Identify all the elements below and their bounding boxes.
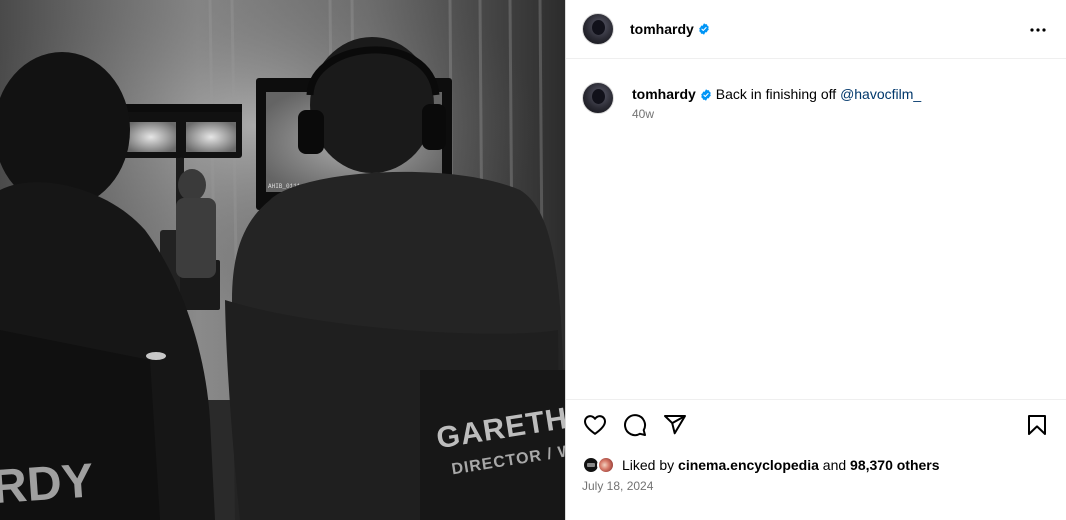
caption: tomhardy Back in finishing off @havocfil… (582, 82, 1052, 121)
save-button[interactable] (1024, 412, 1050, 438)
caption-body: tomhardy Back in finishing off @havocfil… (632, 82, 921, 121)
more-horizontal-icon (1030, 28, 1046, 32)
more-options-button[interactable] (1022, 14, 1054, 46)
post-side-panel: tomhardy tomhardy Back in finishing off … (565, 0, 1066, 520)
post-photo-scene: AHIB_0111 GARETH DIRECTOR / WR RDY (0, 0, 565, 520)
share-button[interactable] (662, 412, 688, 438)
caption-avatar[interactable] (582, 82, 614, 114)
likes-others-link[interactable]: 98,370 others (850, 457, 940, 473)
caption-line: tomhardy Back in finishing off @havocfil… (632, 84, 921, 104)
author-avatar[interactable] (582, 13, 614, 45)
chair-back-right: GARETH EV DIRECTOR / WR (420, 370, 565, 520)
heart-icon (584, 415, 606, 435)
liker-avatar[interactable] (597, 456, 615, 474)
post-header: tomhardy (566, 0, 1066, 59)
likes-summary: Liked by cinema.encyclopedia and 98,370 … (582, 454, 940, 476)
caption-text: Back in finishing off (715, 86, 837, 102)
caption-mention-link[interactable]: @havocfilm_ (840, 86, 921, 102)
post-footer: Liked by cinema.encyclopedia and 98,370 … (566, 399, 1066, 520)
bookmark-icon (1028, 415, 1046, 435)
comment-icon (624, 414, 647, 437)
like-button[interactable] (582, 412, 608, 438)
post-photo[interactable]: AHIB_0111 GARETH DIRECTOR / WR RDY (0, 0, 565, 520)
caption-time-ago[interactable]: 40w (632, 107, 921, 121)
first-liker-link[interactable]: cinema.encyclopedia (678, 457, 819, 473)
caption-username[interactable]: tomhardy (632, 86, 696, 102)
small-monitors (120, 104, 242, 158)
post-date[interactable]: July 18, 2024 (582, 479, 653, 493)
chair-left-text: RDY (0, 454, 95, 514)
comment-button[interactable] (622, 412, 648, 438)
likes-text: Liked by cinema.encyclopedia and 98,370 … (622, 457, 940, 473)
author-username[interactable]: tomhardy (630, 21, 694, 37)
likes-prefix: Liked by (622, 457, 675, 473)
instagram-post: AHIB_0111 GARETH DIRECTOR / WR RDY tomha… (0, 0, 1066, 520)
chair-back-left: RDY (0, 454, 95, 514)
likes-connector: and (822, 457, 847, 473)
liker-avatars[interactable] (582, 455, 620, 475)
verified-badge-icon (699, 23, 709, 35)
send-icon (664, 415, 686, 435)
caption-verified-badge-icon (701, 89, 711, 101)
action-bar (582, 412, 1050, 442)
